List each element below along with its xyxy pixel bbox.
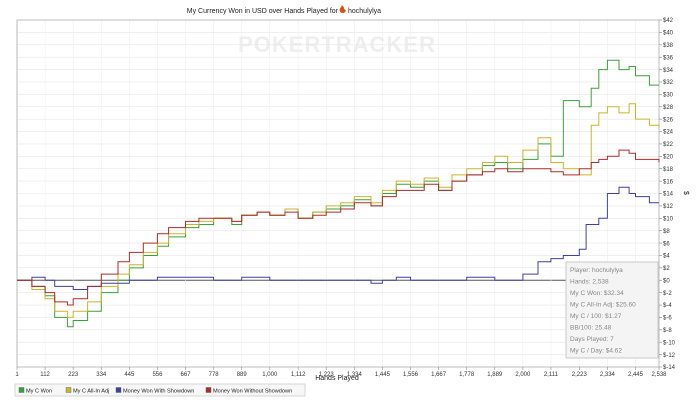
x-tick-label: 2,538: [651, 372, 667, 378]
legend-label: Money Won Without Showdown: [213, 389, 292, 395]
y-tick-label: $-8: [663, 328, 672, 334]
y-tick-label: $14: [663, 192, 674, 198]
stats-line: My C / Day: $4.62: [570, 348, 622, 355]
chart-title-player: hochulylya: [348, 8, 381, 15]
y-tick-label: $-12: [663, 353, 676, 359]
y-tick-label: $42: [663, 18, 674, 24]
y-tick-label: $36: [663, 55, 674, 61]
x-tick-label: 889: [237, 372, 248, 378]
legend: My C Won My C All-In Adj Money Won With Sh…: [14, 383, 306, 397]
legend-swatch: [18, 387, 25, 393]
legend-swatch: [65, 387, 72, 393]
y-tick-label: $6: [663, 241, 670, 247]
x-tick-label: 223: [68, 372, 79, 378]
y-tick-label: $16: [663, 179, 674, 185]
x-tick-label: 1,889: [487, 372, 503, 378]
y-tick-label: $38: [663, 43, 674, 49]
x-tick-label: 778: [209, 372, 220, 378]
x-tick-label: 112: [40, 372, 50, 378]
legend-swatch: [205, 387, 212, 393]
y-tick-label: $-14: [663, 365, 676, 371]
y-tick-label: $26: [663, 117, 674, 123]
y-tick-label: $40: [663, 31, 674, 37]
chart-title: My Currency Won in USD over Hands Played…: [187, 8, 339, 15]
legend-item[interactable]: Money Won Without Showdown: [205, 387, 292, 395]
x-tick-label: 2,334: [600, 372, 616, 378]
legend-label: Money Won With Showdown: [123, 389, 194, 395]
y-tick-label: $-4: [663, 303, 672, 309]
y-tick-label: $8: [663, 229, 670, 235]
stats-box: Player: hochulylya Hands: 2,538 My C Won: …: [565, 261, 659, 359]
y-tick-label: $0: [663, 278, 670, 284]
y-tick-label: $-10: [663, 340, 676, 346]
stats-line: Player: hochulylya: [570, 267, 623, 274]
y-tick-label: $34: [663, 68, 674, 74]
stats-box-background: [565, 261, 659, 359]
y-tick-label: $-2: [663, 291, 672, 297]
x-tick-label: 1,000: [262, 372, 278, 378]
chart: My Currency Won in USD over Hands Played…: [0, 0, 700, 413]
x-tick-label: 445: [124, 372, 135, 378]
legend-item[interactable]: Money Won With Showdown: [115, 387, 194, 395]
x-axis-label: Hands Played: [315, 375, 359, 382]
x-tick-label: 1,112: [291, 372, 306, 378]
stats-line: Hands: 2,538: [570, 279, 609, 286]
x-tick-label: 1,556: [403, 372, 419, 378]
stats-line: My C / 100: $1.27: [570, 313, 622, 320]
y-tick-label: $32: [663, 80, 674, 86]
x-tick-label: 1,667: [431, 372, 447, 378]
x-tick-label: 1,445: [375, 372, 391, 378]
y-tick-label: $4: [663, 254, 670, 260]
legend-swatch: [115, 387, 122, 393]
stats-line: My C Won: $32.34: [570, 290, 624, 297]
y-tick-label: $-6: [663, 316, 672, 322]
x-tick-label: 556: [152, 372, 163, 378]
y-tick-label: $12: [663, 204, 674, 210]
y-tick-label: $30: [663, 93, 674, 99]
legend-label: My C Won: [26, 389, 52, 395]
x-tick-label: 334: [96, 372, 107, 378]
legend-item[interactable]: My C All-In Adj: [65, 387, 109, 395]
x-tick-label: 2,000: [515, 372, 531, 378]
x-tick-label: 667: [181, 372, 192, 378]
x-tick-label: 1,778: [459, 372, 475, 378]
legend-label: My C All-In Adj: [73, 389, 109, 395]
x-tick-label: 2,111: [544, 372, 559, 378]
y-tick-label: $18: [663, 167, 674, 173]
x-tick-label: 2,445: [628, 372, 644, 378]
y-axis-label: $: [682, 191, 689, 195]
stats-line: My C All-In Adj: $25.60: [570, 302, 636, 309]
y-tick-label: $24: [663, 130, 674, 136]
y-tick-label: $2: [663, 266, 670, 272]
y-tick-label: $22: [663, 142, 674, 148]
stats-line: Days Played: 7: [570, 336, 614, 343]
stats-line: BB/100: 25.48: [570, 325, 612, 332]
y-tick-label: $28: [663, 105, 674, 111]
x-tick-label: 2,223: [572, 372, 588, 378]
y-tick-label: $20: [663, 155, 674, 161]
y-tick-label: $10: [663, 216, 674, 222]
